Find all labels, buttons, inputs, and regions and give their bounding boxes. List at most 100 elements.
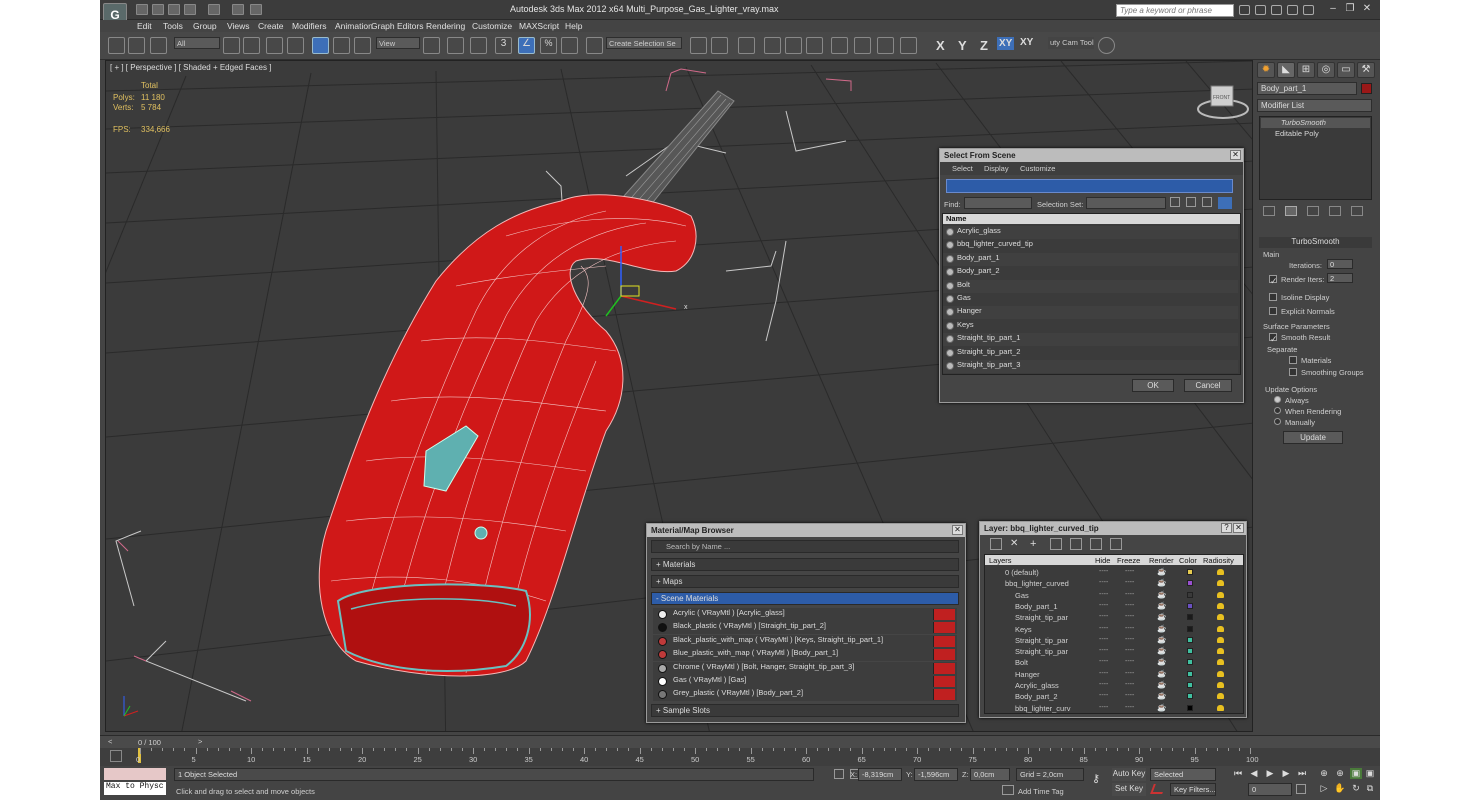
help-icon[interactable]: ? — [1221, 523, 1232, 533]
render-teapot-icon[interactable]: ☕ — [1157, 669, 1166, 678]
redo-icon[interactable] — [208, 4, 220, 15]
restrict-xy-cycle-button[interactable]: XY — [1020, 37, 1033, 48]
menu-rendering[interactable]: Rendering — [426, 21, 465, 31]
radiosity-bulb-icon[interactable] — [1217, 614, 1224, 621]
sfs-set-icon-2[interactable] — [1186, 197, 1196, 207]
layer-freeze-toggle[interactable]: ---- — [1125, 613, 1134, 620]
percent-snap-icon[interactable]: % — [540, 37, 557, 54]
scene-material-item[interactable]: Grey_plastic ( VRayMtl ) [Body_part_2] — [653, 688, 957, 702]
manually-radio[interactable] — [1274, 418, 1281, 425]
utilities-tab-icon[interactable]: ⚒ — [1357, 62, 1375, 78]
select-by-name-icon[interactable] — [243, 37, 260, 54]
radiosity-bulb-icon[interactable] — [1217, 580, 1224, 587]
render-teapot-icon[interactable]: ☕ — [1157, 703, 1166, 712]
menu-animation[interactable]: Animation — [335, 21, 373, 31]
key-filter-icon[interactable] — [1150, 784, 1166, 794]
maxscript-mini-listener[interactable]: Max to Physc — [104, 782, 166, 795]
layer-freeze-toggle[interactable]: ---- — [1125, 670, 1134, 677]
close-icon[interactable]: ✕ — [952, 525, 963, 535]
col-layers[interactable]: Layers — [989, 556, 1012, 565]
layer-row[interactable]: Straight_tip_par ---- ---- ☕ — [991, 635, 1239, 646]
play-icon[interactable]: ▶ — [1264, 768, 1276, 779]
col-hide[interactable]: Hide — [1095, 556, 1110, 565]
maxscript-listener-top[interactable] — [104, 768, 166, 780]
scene-material-item[interactable]: Gas ( VRayMtl ) [Gas] — [653, 675, 957, 688]
menu-tools[interactable]: Tools — [163, 21, 183, 31]
restrict-x-button[interactable]: X — [936, 38, 945, 53]
maximize-icon[interactable]: ❐ — [1343, 3, 1357, 16]
layer-color-swatch[interactable] — [1187, 693, 1193, 700]
open-file-icon[interactable] — [152, 4, 164, 15]
layer-hide-toggle[interactable]: ---- — [1099, 568, 1108, 575]
layer-row[interactable]: Straight_tip_par ---- ---- ☕ — [991, 646, 1239, 657]
sfs-object-row[interactable]: Bolt — [943, 279, 1238, 293]
menu-create[interactable]: Create — [258, 21, 284, 31]
sfs-object-row[interactable]: Body_part_1 — [943, 252, 1238, 266]
layer-color-swatch[interactable] — [1187, 682, 1193, 688]
layer-freeze-toggle[interactable]: ---- — [1125, 658, 1134, 665]
always-radio[interactable] — [1274, 396, 1281, 403]
snaps-toggle-icon[interactable]: 3 — [495, 37, 512, 54]
set-key-button[interactable]: Set Key — [1112, 783, 1146, 796]
sfs-object-row[interactable]: Straight_tip_part_2 — [943, 346, 1238, 360]
menu-graph-editors[interactable]: Graph Editors — [371, 21, 423, 31]
key-mode-dropdown[interactable]: Selected — [1150, 768, 1216, 781]
go-to-start-icon[interactable]: ⏮ — [1232, 768, 1244, 779]
communication-center-icon[interactable] — [1271, 5, 1282, 15]
menu-edit[interactable]: Edit — [137, 21, 152, 31]
menu-customize[interactable]: Customize — [472, 21, 512, 31]
layer-row[interactable]: Keys ---- ---- ☕ — [991, 624, 1239, 635]
next-frame-icon[interactable]: > — [198, 737, 202, 746]
create-tab-icon[interactable]: ✹ — [1257, 62, 1275, 78]
show-end-result-icon[interactable] — [1285, 206, 1297, 216]
section-sample-slots[interactable]: + Sample Slots — [651, 704, 959, 717]
time-config-icon[interactable] — [1296, 784, 1306, 794]
layer-hide-toggle[interactable]: ---- — [1099, 647, 1108, 654]
radiosity-bulb-icon[interactable] — [1217, 569, 1224, 575]
time-slider[interactable]: 0 / 100 < > — [100, 735, 1380, 748]
layer-freeze-toggle[interactable]: ---- — [1125, 692, 1134, 699]
radiosity-bulb-icon[interactable] — [1217, 659, 1224, 666]
schematic-view-icon[interactable] — [806, 37, 823, 54]
render-setup-icon[interactable] — [854, 37, 871, 54]
named-selection-dropdown[interactable]: Create Selection Se — [606, 37, 682, 49]
layer-row[interactable]: Body_part_2 ---- ---- ☕ — [991, 691, 1239, 702]
col-radiosity[interactable]: Radiosity — [1203, 556, 1234, 565]
new-file-icon[interactable] — [136, 4, 148, 15]
help-search-input[interactable]: Type a keyword or phrase — [1116, 4, 1234, 17]
layer-row[interactable]: Acrylic_glass ---- ---- ☕ — [991, 680, 1239, 691]
hide-all-layers-icon[interactable] — [1090, 538, 1102, 550]
iterations-spinner[interactable]: 0 — [1327, 259, 1353, 269]
save-file-icon[interactable] — [168, 4, 180, 15]
layer-row[interactable]: 0 (default) ---- ---- ☕ — [991, 567, 1239, 578]
viewport-label[interactable]: [ + ] [ Perspective ] [ Shaded + Edged F… — [110, 63, 271, 72]
sfs-set-icon-4[interactable] — [1218, 197, 1232, 209]
modify-tab-icon[interactable]: ◣ — [1277, 62, 1295, 78]
freeze-all-layers-icon[interactable] — [1110, 538, 1122, 550]
key-filters-button[interactable]: Key Filters... — [1170, 783, 1216, 796]
layer-hide-toggle[interactable]: ---- — [1099, 625, 1108, 632]
pivot-center-icon[interactable] — [423, 37, 440, 54]
layer-color-swatch[interactable] — [1187, 648, 1193, 655]
layer-dialog-title[interactable]: Layer: bbq_lighter_curved_tip — [980, 522, 1246, 535]
angle-snap-icon[interactable]: ∠ — [518, 37, 535, 54]
render-teapot-icon[interactable]: ☕ — [1157, 657, 1166, 666]
select-and-scale-icon[interactable] — [354, 37, 371, 54]
layer-row[interactable]: Bolt ---- ---- ☕ — [991, 657, 1239, 668]
material-search-input[interactable]: Search by Name ... — [651, 540, 959, 553]
next-frame-icon[interactable]: ▶ — [1280, 768, 1292, 779]
scene-material-item[interactable]: Black_plastic ( VRayMtl ) [Straight_tip_… — [653, 621, 957, 635]
menu-help[interactable]: Help — [565, 21, 582, 31]
sfs-cancel-button[interactable]: Cancel — [1184, 379, 1232, 392]
display-tab-icon[interactable]: ▭ — [1337, 62, 1355, 78]
render-teapot-icon[interactable]: ☕ — [1157, 635, 1166, 644]
layer-freeze-toggle[interactable]: ---- — [1125, 591, 1134, 598]
previous-frame-icon[interactable]: ◀ — [1248, 768, 1260, 779]
undo-icon[interactable] — [184, 4, 196, 15]
configure-sets-icon[interactable] — [1351, 206, 1363, 216]
section-maps[interactable]: + Maps — [651, 575, 959, 588]
sfs-find-input[interactable] — [964, 197, 1032, 209]
align-icon[interactable] — [711, 37, 728, 54]
layer-hide-toggle[interactable]: ---- — [1099, 692, 1108, 699]
field-of-view-icon[interactable]: ▷ — [1318, 783, 1330, 794]
